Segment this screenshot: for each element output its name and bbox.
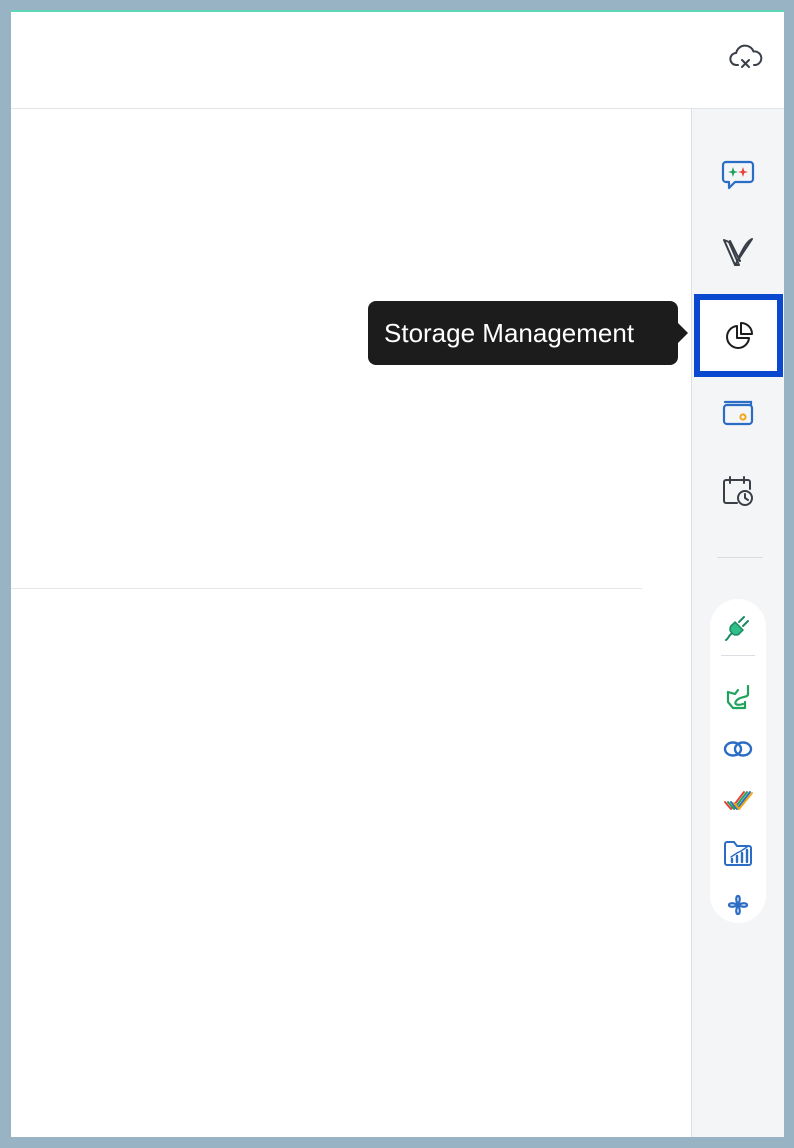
tooltip-arrow — [678, 323, 688, 343]
app-item-flow[interactable] — [710, 883, 766, 927]
calendar-clock-icon — [723, 476, 753, 506]
checkmarks-icon — [724, 791, 753, 810]
sign-flow-icon — [726, 684, 750, 710]
cloud-x-icon — [729, 44, 763, 68]
pie-chart-icon — [725, 321, 753, 349]
sync-status-button[interactable] — [728, 40, 764, 76]
rail-separator — [717, 557, 763, 558]
right-side-rail — [691, 109, 784, 1137]
tooltip-text: Storage Management — [384, 317, 635, 348]
apps-panel — [710, 599, 766, 923]
app-item-projects[interactable] — [710, 779, 766, 823]
flower-knot-icon — [727, 894, 749, 916]
wallet-icon — [722, 400, 754, 426]
app-item-sign[interactable] — [710, 675, 766, 719]
v-logo-icon — [723, 238, 753, 266]
rail-item-storage-management[interactable] — [694, 294, 783, 377]
rail-item-wallet[interactable] — [692, 372, 784, 452]
storage-management-tooltip: Storage Management — [368, 301, 688, 365]
chat-sparkle-icon — [721, 160, 755, 190]
rail-item-chat[interactable] — [692, 134, 784, 214]
main-content — [11, 109, 691, 1137]
apps-separator — [721, 655, 755, 656]
link-rings-icon — [723, 741, 753, 757]
rail-item-vani[interactable] — [692, 212, 784, 292]
app-item-integrations[interactable] — [710, 605, 766, 649]
app-item-workdrive-analytics[interactable] — [710, 831, 766, 875]
plug-icon — [725, 616, 749, 641]
content-divider — [11, 588, 642, 589]
folder-chart-icon — [724, 841, 752, 866]
app-item-cliq[interactable] — [710, 727, 766, 771]
top-header — [11, 12, 784, 109]
rail-item-schedule[interactable] — [692, 451, 784, 531]
app-window: Storage Management — [11, 10, 784, 1137]
